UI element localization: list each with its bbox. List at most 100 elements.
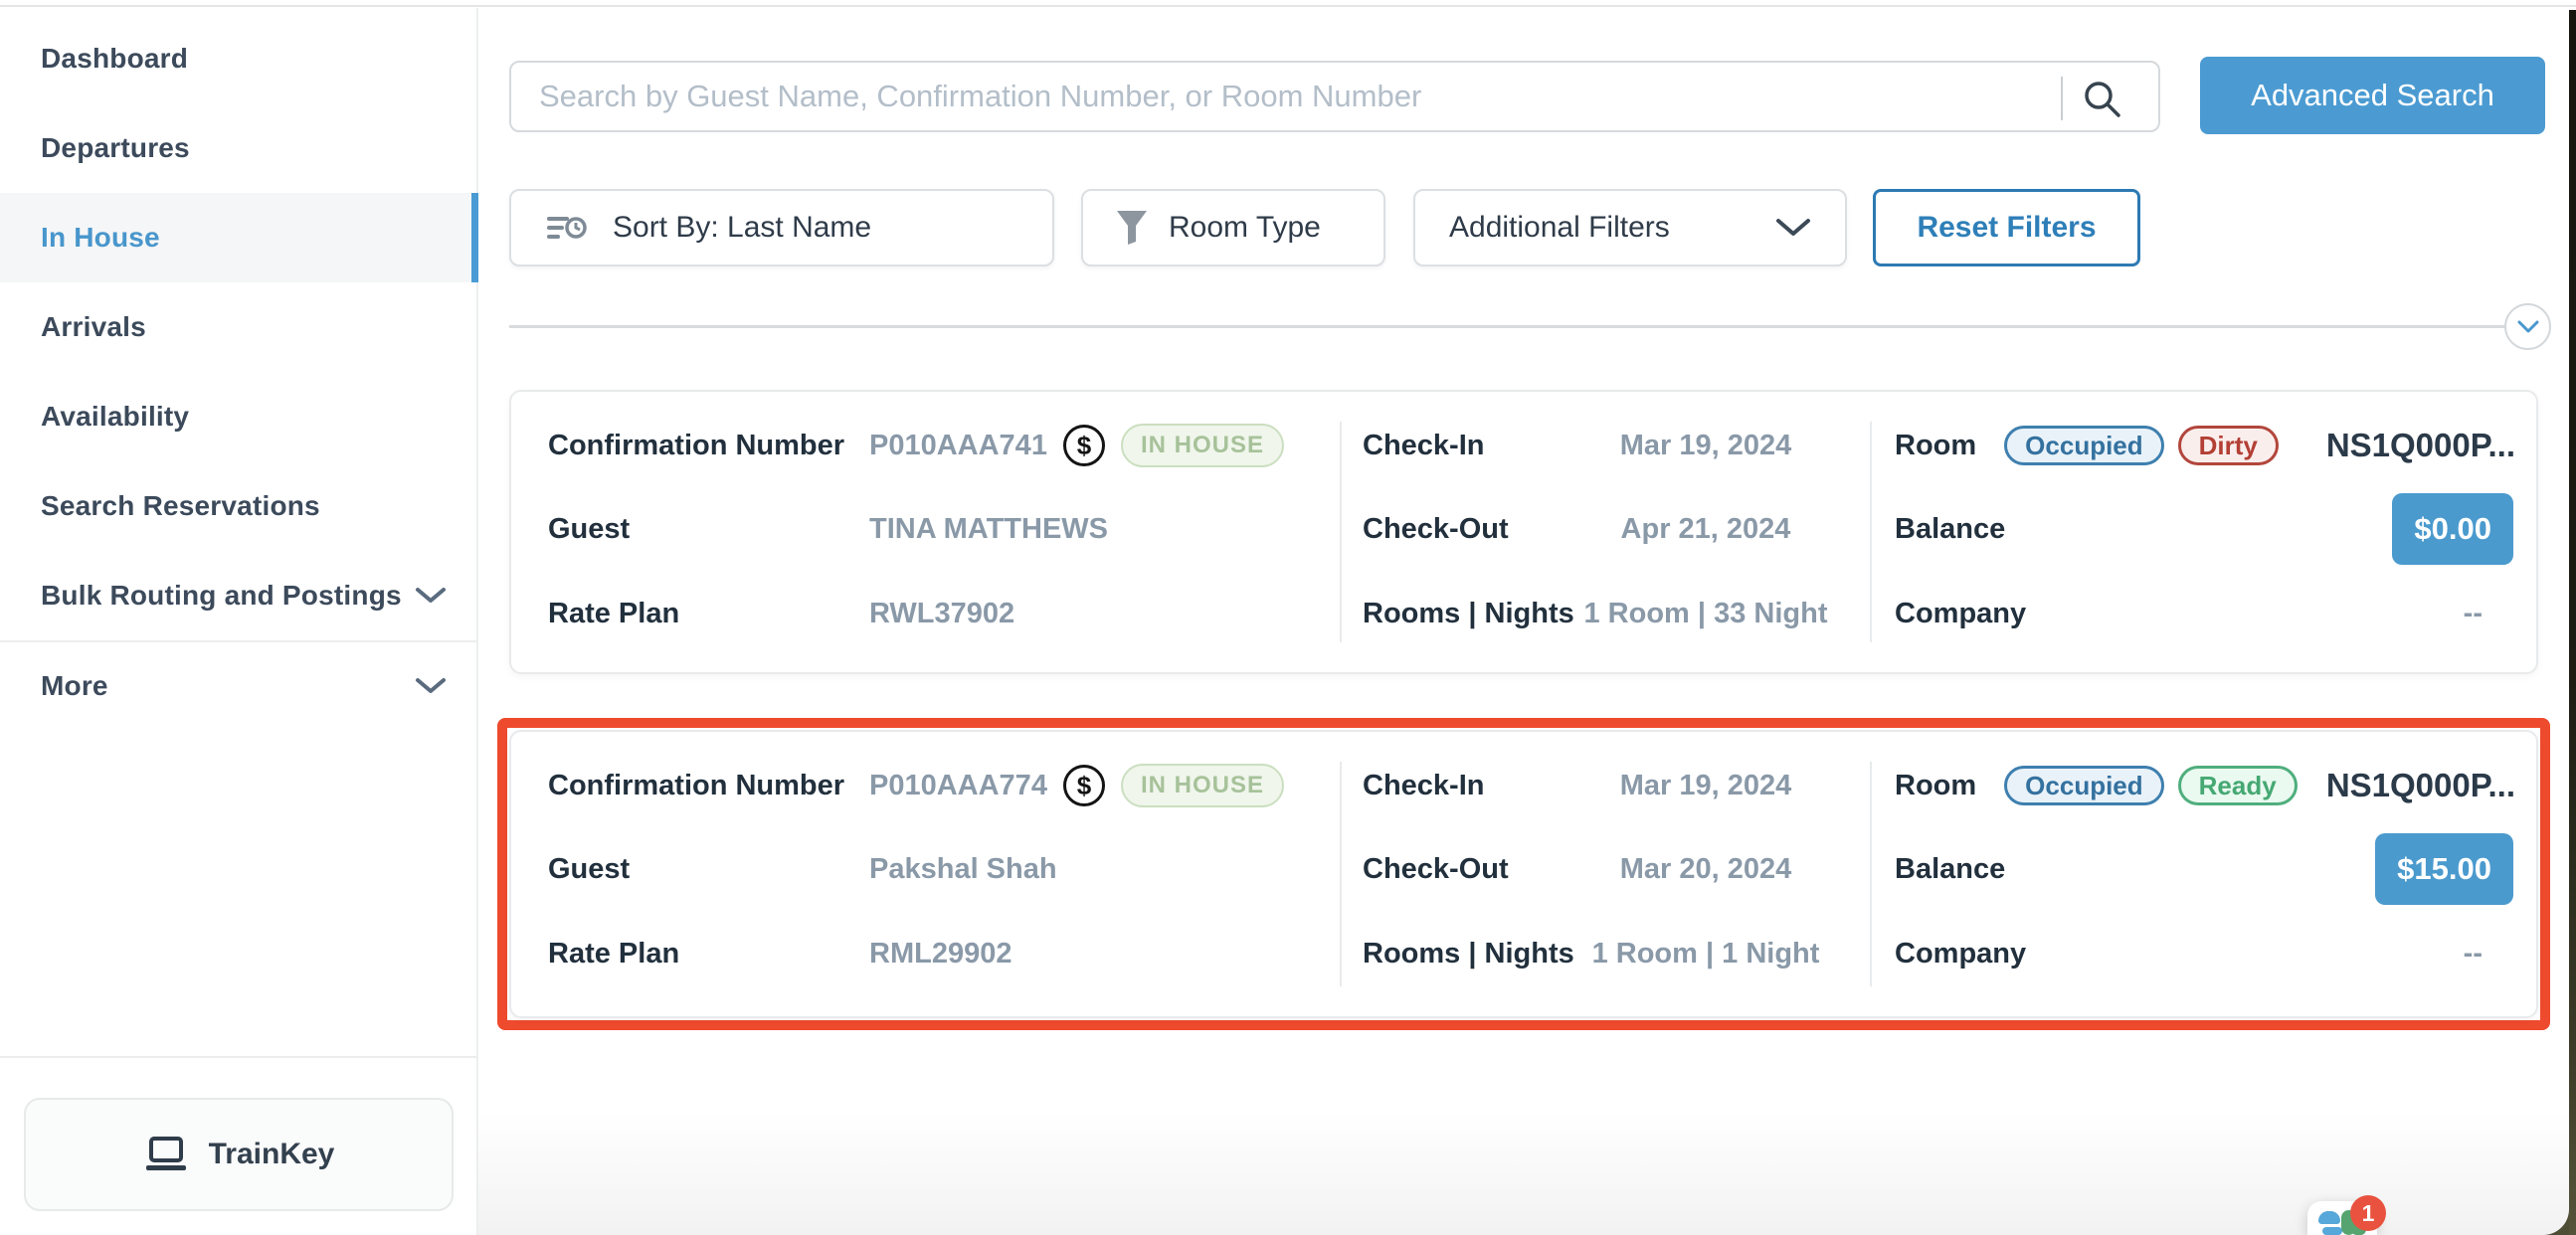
rate-plan-label: Rate Plan [548, 598, 679, 630]
sidebar: Dashboard Departures In House Arrivals A… [0, 8, 478, 1235]
company-label: Company [1895, 598, 2026, 630]
housekeeping-badge: Ready [2178, 766, 2298, 805]
check-out-value: Apr 21, 2024 [1576, 513, 1835, 546]
trainkey-button[interactable]: TrainKey [24, 1098, 454, 1211]
sidebar-item-bulk-routing[interactable]: Bulk Routing and Postings [0, 551, 476, 640]
balance-row: Balance $15.00 [1870, 833, 2540, 905]
sidebar-item-in-house[interactable]: In House [0, 193, 476, 282]
search-input[interactable] [511, 63, 2158, 130]
sort-by-label: Sort By: Last Name [613, 211, 871, 245]
room-type-label: Room Type [1169, 211, 1321, 245]
notification-badge[interactable]: 1 [2350, 1195, 2386, 1231]
rooms-nights-label: Rooms | Nights [1363, 938, 1574, 970]
check-in-label: Check-In [1363, 430, 1484, 462]
section-divider [509, 325, 2531, 328]
sidebar-item-label: In House [41, 222, 160, 254]
sort-by-icon [545, 208, 589, 248]
sidebar-item-availability[interactable]: Availability [0, 372, 476, 461]
room-row: Room Occupied Ready NS1Q000P... [1870, 750, 2540, 821]
confirmation-number-value[interactable]: P010AAA741 [869, 430, 1047, 462]
chevron-down-icon [1775, 218, 1811, 238]
balance-label: Balance [1895, 513, 2005, 546]
dollar-icon[interactable]: $ [1063, 425, 1105, 466]
chevron-down-icon [2517, 320, 2539, 334]
chat-app-glyph [2318, 1211, 2340, 1224]
check-in-label: Check-In [1363, 770, 1484, 802]
room-label: Room [1895, 430, 1976, 462]
guest-value: Pakshal Shah [869, 853, 1057, 886]
housekeeping-badge: Dirty [2178, 426, 2279, 465]
chevron-down-icon [415, 587, 447, 605]
check-out-row: Check-Out Apr 21, 2024 [1340, 493, 1870, 565]
sidebar-item-more[interactable]: More [0, 640, 476, 730]
guest-row: Guest Pakshal Shah [511, 833, 1340, 905]
window-top-border [0, 5, 2576, 7]
rate-plan-value: RWL37902 [869, 598, 1014, 630]
reservation-card[interactable]: Confirmation Number P010AAA774 $ IN HOUS… [509, 730, 2538, 1018]
guest-value: TINA MATTHEWS [869, 513, 1108, 546]
guest-label: Guest [548, 853, 630, 886]
dollar-icon[interactable]: $ [1063, 765, 1105, 806]
sidebar-item-label: Dashboard [41, 43, 188, 75]
reservation-card[interactable]: Confirmation Number P010AAA741 $ IN HOUS… [509, 390, 2538, 674]
rate-plan-label: Rate Plan [548, 938, 679, 970]
collapse-toggle-button[interactable] [2504, 303, 2551, 350]
sidebar-item-arrivals[interactable]: Arrivals [0, 282, 476, 372]
company-row: Company -- [1870, 918, 2540, 989]
room-number-value[interactable]: NS1Q000P... [2326, 767, 2515, 804]
rooms-nights-value: 1 Room | 33 Night [1576, 598, 1835, 630]
sort-by-dropdown[interactable]: Sort By: Last Name [509, 189, 1054, 266]
laptop-icon [143, 1136, 189, 1173]
funnel-icon [1115, 209, 1149, 247]
search-divider [2061, 77, 2063, 120]
balance-button[interactable]: $15.00 [2375, 833, 2513, 905]
search-icon[interactable] [2081, 78, 2124, 121]
sidebar-item-label: Departures [41, 132, 190, 164]
sidebar-item-search-reservations[interactable]: Search Reservations [0, 461, 476, 551]
balance-label: Balance [1895, 853, 2005, 886]
guest-row: Guest TINA MATTHEWS [511, 493, 1340, 565]
confirmation-number-label: Confirmation Number [548, 770, 844, 802]
company-row: Company -- [1870, 578, 2540, 649]
confirmation-number-label: Confirmation Number [548, 430, 844, 462]
check-in-value: Mar 19, 2024 [1576, 430, 1835, 462]
trainkey-label: TrainKey [209, 1138, 335, 1171]
room-label: Room [1895, 770, 1976, 802]
confirmation-row: Confirmation Number P010AAA774 $ IN HOUS… [511, 750, 1340, 821]
company-value: -- [2464, 938, 2483, 970]
background-window-sliver [2569, 10, 2576, 1235]
check-out-label: Check-Out [1363, 853, 1509, 886]
sidebar-item-label: Arrivals [41, 311, 146, 343]
rooms-nights-row: Rooms | Nights 1 Room | 33 Night [1340, 578, 1870, 649]
chevron-down-icon [415, 677, 447, 695]
advanced-search-button[interactable]: Advanced Search [2200, 57, 2545, 134]
status-badge: IN HOUSE [1121, 424, 1284, 467]
check-in-value: Mar 19, 2024 [1576, 770, 1835, 802]
sidebar-item-label: Search Reservations [41, 490, 320, 522]
rooms-nights-row: Rooms | Nights 1 Room | 1 Night [1340, 918, 1870, 989]
additional-filters-dropdown[interactable]: Additional Filters [1413, 189, 1847, 266]
balance-row: Balance $0.00 [1870, 493, 2540, 565]
confirmation-number-value[interactable]: P010AAA774 [869, 770, 1047, 802]
rate-plan-value: RML29902 [869, 938, 1012, 970]
rate-plan-row: Rate Plan RWL37902 [511, 578, 1340, 649]
room-number-value[interactable]: NS1Q000P... [2326, 427, 2515, 464]
company-label: Company [1895, 938, 2026, 970]
room-row: Room Occupied Dirty NS1Q000P... [1870, 410, 2540, 481]
check-out-row: Check-Out Mar 20, 2024 [1340, 833, 1870, 905]
sidebar-item-dashboard[interactable]: Dashboard [0, 14, 476, 103]
sidebar-footer-divider [0, 1056, 476, 1058]
company-value: -- [2464, 598, 2483, 630]
reset-filters-button[interactable]: Reset Filters [1873, 189, 2140, 266]
search-box [509, 61, 2160, 132]
sidebar-item-departures[interactable]: Departures [0, 103, 476, 193]
balance-button[interactable]: $0.00 [2392, 493, 2513, 565]
chat-app-glyph [2322, 1227, 2342, 1235]
rate-plan-row: Rate Plan RML29902 [511, 918, 1340, 989]
occupancy-badge: Occupied [2004, 426, 2163, 465]
check-out-label: Check-Out [1363, 513, 1509, 546]
additional-filters-label: Additional Filters [1449, 211, 1670, 245]
check-in-row: Check-In Mar 19, 2024 [1340, 750, 1870, 821]
guest-label: Guest [548, 513, 630, 546]
room-type-filter[interactable]: Room Type [1081, 189, 1385, 266]
